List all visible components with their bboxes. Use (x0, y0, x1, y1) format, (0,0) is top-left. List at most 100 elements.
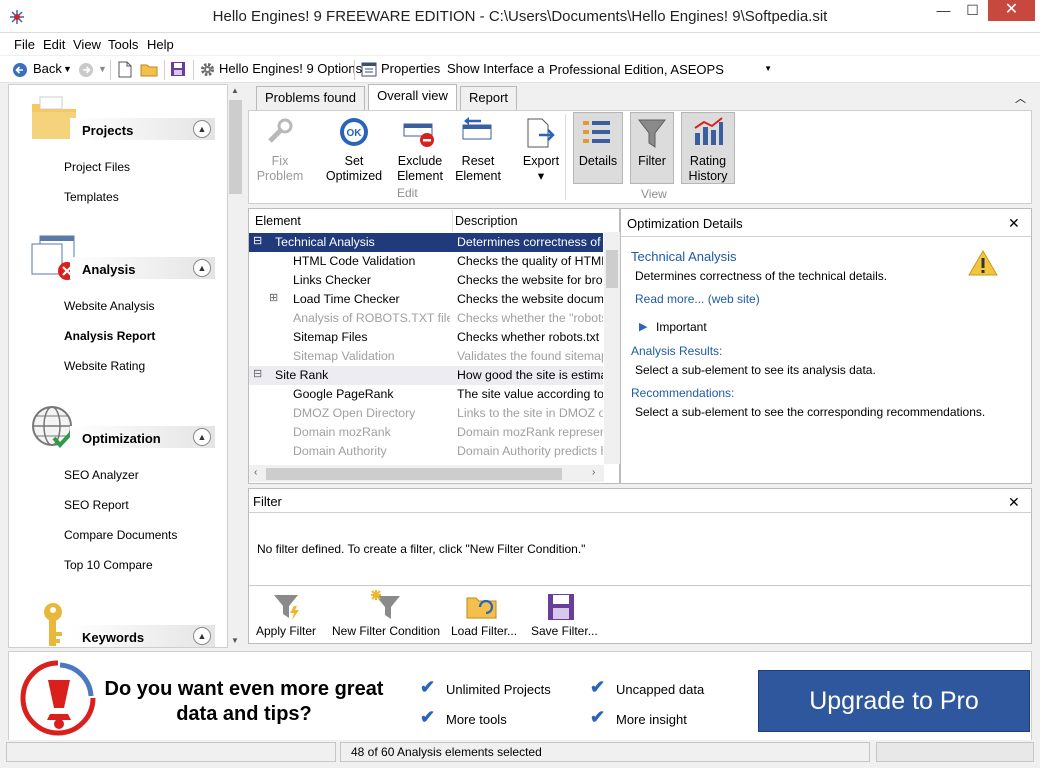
scroll-down-icon[interactable]: ▼ (231, 636, 239, 645)
scroll-up-icon[interactable]: ▲ (231, 86, 239, 95)
collapse-icon[interactable]: ▲ (193, 259, 211, 277)
feature-more-tools: More tools (446, 712, 507, 727)
fix-problem-button[interactable]: Fix Problem (254, 154, 306, 184)
export-button[interactable]: Export ▾ (516, 154, 566, 184)
open-folder-icon[interactable] (140, 62, 158, 77)
filter-label: Filter (638, 154, 666, 168)
sidebar-item-templates[interactable]: Templates (64, 190, 119, 204)
menu-view[interactable]: View (73, 37, 101, 52)
new-filter-condition-button[interactable]: New Filter Condition (332, 624, 440, 638)
minimize-button[interactable]: — (928, 0, 959, 21)
properties-icon[interactable] (361, 62, 377, 77)
menu-edit[interactable]: Edit (43, 37, 65, 52)
forward-arrow-icon[interactable] (78, 62, 94, 78)
expand-tree-icon[interactable]: ⊞ (269, 291, 278, 304)
collapse-icon[interactable]: ▲ (193, 120, 211, 138)
exclamation-logo-icon (20, 660, 96, 736)
table-row[interactable]: ⊟ Site Rank How good the site is estimat (249, 366, 603, 385)
details-divider (621, 236, 1031, 237)
sidebar-item-seo-analyzer[interactable]: SEO Analyzer (64, 468, 139, 482)
new-document-icon[interactable] (118, 61, 132, 78)
ribbon-group-view: View (641, 187, 667, 201)
expand-triangle-icon[interactable]: ▶ (639, 320, 647, 333)
menu-help[interactable]: Help (147, 37, 174, 52)
back-dropdown-icon[interactable]: ▼ (63, 64, 72, 74)
menu-file[interactable]: File (14, 37, 35, 52)
apply-filter-button[interactable]: Apply Filter (256, 624, 316, 638)
group-label-keywords: Keywords (82, 630, 145, 645)
table-row[interactable]: DMOZ Open Directory Links to the site in … (249, 404, 603, 423)
chevron-down-icon: ▼ (764, 64, 772, 73)
options-button[interactable]: Hello Engines! 9 Options (219, 61, 362, 76)
collapse-icon[interactable]: ▲ (193, 627, 211, 645)
sidebar-item-project-files[interactable]: Project Files (64, 160, 130, 174)
column-header-element[interactable]: Element (255, 214, 301, 228)
details-close-icon[interactable]: ✕ (1008, 215, 1020, 232)
tab-overall-view[interactable]: Overall view (368, 84, 457, 110)
interface-select[interactable]: Professional Edition, ASEOPS ▼ (544, 59, 776, 80)
set-optimized-button[interactable]: Set Optimized (321, 154, 387, 184)
exclude-element-label-1: Exclude (397, 154, 443, 168)
menu-tools[interactable]: Tools (108, 37, 138, 52)
tab-problems-found[interactable]: Problems found (256, 86, 365, 110)
important-toggle[interactable]: Important (656, 320, 707, 334)
table-row[interactable]: Sitemap Files Checks whether robots.txt h (249, 328, 603, 347)
exclude-element-button[interactable]: Exclude Element (393, 154, 447, 184)
status-text: 48 of 60 Analysis elements selected (351, 745, 542, 759)
filter-close-icon[interactable]: ✕ (1008, 494, 1020, 511)
load-filter-button[interactable]: Load Filter... (451, 624, 517, 638)
check-icon: ✔ (420, 677, 436, 697)
read-more-link[interactable]: Read more... (web site) (635, 292, 760, 306)
table-row[interactable]: Domain Authority Domain Authority predict… (249, 442, 603, 461)
ribbon-collapse-icon[interactable]: ︿ (1015, 90, 1026, 106)
reset-icon (461, 117, 493, 147)
upgrade-to-pro-button[interactable]: Upgrade to Pro (758, 670, 1030, 732)
set-optimized-label-2: Optimized (325, 169, 383, 183)
filter-toolbar-divider (249, 585, 1031, 586)
sidebar-item-seo-report[interactable]: SEO Report (64, 498, 129, 512)
ribbon-separator (565, 114, 566, 200)
collapse-icon[interactable]: ▲ (193, 428, 211, 446)
tab-report[interactable]: Report (460, 86, 517, 110)
table-row[interactable]: Sitemap Validation Validates the found si… (249, 347, 603, 366)
column-header-description[interactable]: Description (455, 214, 518, 228)
sidebar-item-website-rating[interactable]: Website Rating (64, 359, 145, 373)
table-row[interactable]: HTML Code Validation Checks the quality o… (249, 252, 603, 271)
properties-button[interactable]: Properties (381, 61, 440, 76)
forward-dropdown-icon[interactable]: ▼ (98, 64, 107, 74)
sidebar-item-top-10-compare[interactable]: Top 10 Compare (64, 558, 153, 572)
table-row[interactable]: Links Checker Checks the website for brok (249, 271, 603, 290)
group-label-analysis: Analysis (82, 262, 136, 277)
maximize-button[interactable]: ☐ (957, 0, 988, 21)
show-interface-label: Show Interface as: (447, 61, 555, 76)
sidebar-item-compare-documents[interactable]: Compare Documents (64, 528, 177, 542)
reset-element-button[interactable]: Reset Element (452, 154, 504, 184)
table-scroll-thumb[interactable] (606, 250, 618, 288)
exclude-icon (403, 118, 435, 148)
table-row[interactable]: Google PageRank The site value according … (249, 385, 603, 404)
description-cell: The site value according to G (457, 387, 603, 401)
scroll-right-icon[interactable]: › (592, 467, 595, 478)
scroll-left-icon[interactable]: ‹ (254, 467, 257, 478)
table-row[interactable]: Domain mozRank Domain mozRank represent (249, 423, 603, 442)
table-row[interactable]: ⊞ Load Time Checker Checks the website doc… (249, 290, 603, 309)
close-button[interactable]: ✕ (988, 0, 1035, 21)
table-row[interactable]: ⊟ Technical Analysis Determines correctnes… (249, 233, 603, 252)
table-row[interactable]: Analysis of ROBOTS.TXT file Checks whethe… (249, 309, 603, 328)
feature-more-insight: More insight (616, 712, 687, 727)
collapse-tree-icon[interactable]: ⊟ (253, 234, 262, 247)
wrench-icon (266, 117, 294, 145)
rating-history-icon (692, 116, 724, 148)
table-hscroll-thumb[interactable] (266, 468, 562, 480)
sidebar-item-analysis-report[interactable]: Analysis Report (64, 329, 155, 343)
gear-icon[interactable] (199, 61, 216, 78)
analysis-results-label: Analysis Results: (631, 344, 723, 358)
back-button[interactable]: Back (33, 61, 62, 76)
save-filter-button[interactable]: Save Filter... (531, 624, 598, 638)
sidebar-item-website-analysis[interactable]: Website Analysis (64, 299, 155, 313)
description-cell: Checks whether the "robots (457, 311, 603, 325)
back-arrow-icon[interactable] (12, 62, 28, 78)
save-icon[interactable] (170, 61, 186, 77)
collapse-tree-icon[interactable]: ⊟ (253, 367, 262, 380)
sidebar-scroll-thumb[interactable] (229, 100, 242, 194)
